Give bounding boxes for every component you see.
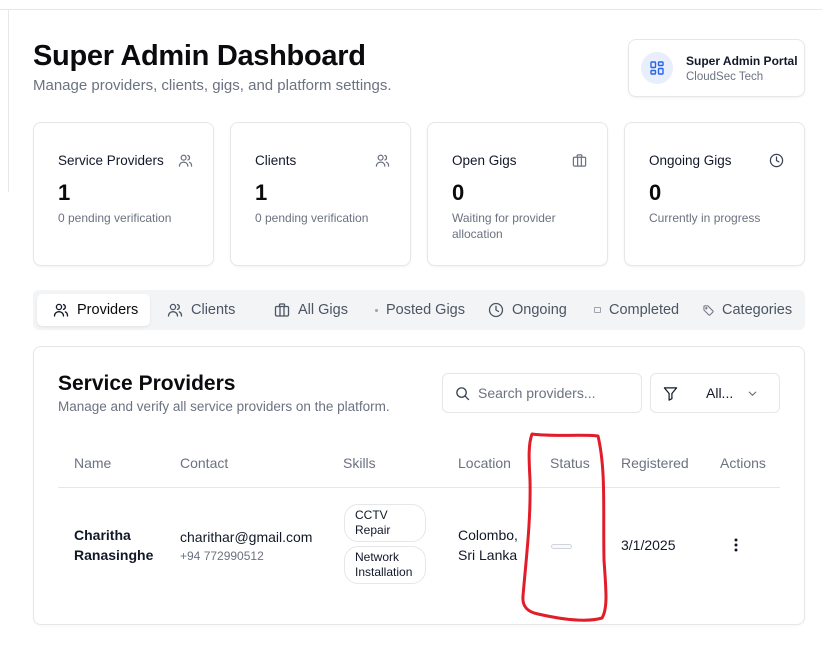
stat-label: Open Gigs xyxy=(452,152,517,168)
stat-description: Waiting for provider allocation xyxy=(452,211,556,241)
stat-description: 0 pending verification xyxy=(255,211,369,225)
users-icon xyxy=(177,152,193,168)
briefcase-icon xyxy=(571,152,587,168)
more-actions-button[interactable] xyxy=(728,535,744,555)
column-header-status: Status xyxy=(550,455,590,471)
page-title: Super Admin Dashboard xyxy=(33,40,366,72)
panel-title: Service Providers xyxy=(58,372,236,395)
tab-bar: Providers Clients All Gigs Posted Gigs O… xyxy=(33,290,805,330)
search-icon xyxy=(455,386,470,401)
layout-grid-icon xyxy=(641,52,673,84)
provider-location: Colombo, Sri Lanka xyxy=(458,527,518,563)
tab-label: Clients xyxy=(191,302,236,318)
stat-value: 1 xyxy=(58,180,71,205)
page-subtitle: Manage providers, clients, gigs, and pla… xyxy=(33,77,392,94)
status-badge xyxy=(551,544,572,549)
search-box xyxy=(442,373,642,413)
portal-title: Super Admin Portal xyxy=(686,53,798,68)
tab-label: Categories xyxy=(722,302,793,318)
column-header-skills: Skills xyxy=(343,455,376,471)
users-icon xyxy=(167,302,183,318)
stat-card-clients: Clients 1 0 pending verification xyxy=(230,122,411,266)
provider-email: charithar@gmail.com xyxy=(180,529,313,545)
provider-name: Charitha Ranasinghe xyxy=(74,527,154,563)
registered-date: 3/1/2025 xyxy=(621,537,676,553)
clock-icon xyxy=(488,302,504,318)
tab-label: Providers xyxy=(77,302,139,318)
tab-posted-gigs[interactable]: Posted Gigs xyxy=(375,294,465,326)
search-input[interactable] xyxy=(478,385,628,401)
users-icon xyxy=(53,302,69,318)
service-providers-panel: Service Providers Manage and verify all … xyxy=(33,346,805,625)
table-divider xyxy=(58,487,780,488)
tab-label: All Gigs xyxy=(298,302,348,318)
stat-value: 1 xyxy=(255,180,268,205)
filter-value: All... xyxy=(706,385,734,401)
page-header: Super Admin Dashboard Manage providers, … xyxy=(33,40,392,94)
stat-value: 0 xyxy=(649,180,662,205)
stat-label: Clients xyxy=(255,152,297,168)
column-header-name: Name xyxy=(74,455,112,471)
filter-icon xyxy=(663,386,678,401)
tab-categories[interactable]: Categories xyxy=(703,294,792,326)
column-header-contact: Contact xyxy=(180,455,229,471)
column-header-actions: Actions xyxy=(720,455,766,471)
users-icon xyxy=(374,152,390,168)
stat-description: 0 pending verification xyxy=(58,211,172,225)
stat-description: Currently in progress xyxy=(649,211,761,225)
column-header-location: Location xyxy=(458,455,511,471)
stat-label: Ongoing Gigs xyxy=(649,152,732,168)
tab-label: Posted Gigs xyxy=(386,302,465,318)
tab-label: Ongoing xyxy=(512,302,567,318)
box-icon xyxy=(594,307,601,313)
dot-icon xyxy=(375,308,378,312)
skill-badge: Network Installation xyxy=(344,546,426,584)
top-divider xyxy=(0,9,822,10)
column-header-registered: Registered xyxy=(621,455,689,471)
panel-subtitle: Manage and verify all service providers … xyxy=(58,399,390,414)
briefcase-icon xyxy=(274,302,290,318)
tab-ongoing[interactable]: Ongoing xyxy=(488,294,567,326)
clock-icon xyxy=(768,152,784,168)
provider-phone: +94 772990512 xyxy=(180,549,264,563)
tab-providers[interactable]: Providers xyxy=(37,294,151,326)
stat-value: 0 xyxy=(452,180,465,205)
skill-badge: CCTV Repair xyxy=(344,504,426,542)
status-filter-select[interactable]: All... xyxy=(650,373,780,413)
stat-card-ongoing-gigs: Ongoing Gigs 0 Currently in progress xyxy=(624,122,805,266)
stat-label: Service Providers xyxy=(58,152,164,168)
tag-icon xyxy=(703,304,714,316)
portal-company: CloudSec Tech xyxy=(686,70,764,83)
chevron-down-icon xyxy=(747,388,758,399)
portal-badge: Super Admin Portal CloudSec Tech xyxy=(628,39,805,97)
tab-label: Completed xyxy=(609,302,680,318)
tab-clients[interactable]: Clients xyxy=(167,294,235,326)
tab-completed[interactable]: Completed xyxy=(594,294,679,326)
stat-card-open-gigs: Open Gigs 0 Waiting for provider allocat… xyxy=(427,122,608,266)
more-vertical-icon xyxy=(734,538,738,552)
sidebar-edge xyxy=(8,10,9,192)
stat-card-service-providers: Service Providers 1 0 pending verificati… xyxy=(33,122,214,266)
tab-all-gigs[interactable]: All Gigs xyxy=(274,294,348,326)
